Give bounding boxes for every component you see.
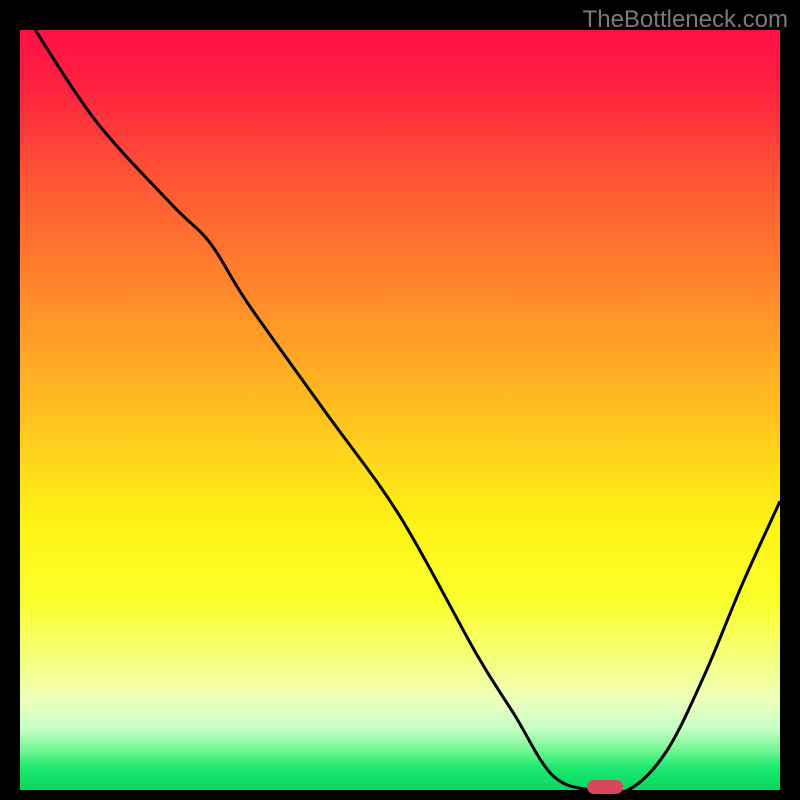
- plot-area: [20, 30, 780, 790]
- curve-line: [35, 30, 780, 790]
- bottleneck-curve: [20, 30, 780, 790]
- watermark-text: TheBottleneck.com: [583, 6, 788, 34]
- chart-container: TheBottleneck.com: [0, 0, 800, 800]
- optimal-marker: [587, 780, 623, 794]
